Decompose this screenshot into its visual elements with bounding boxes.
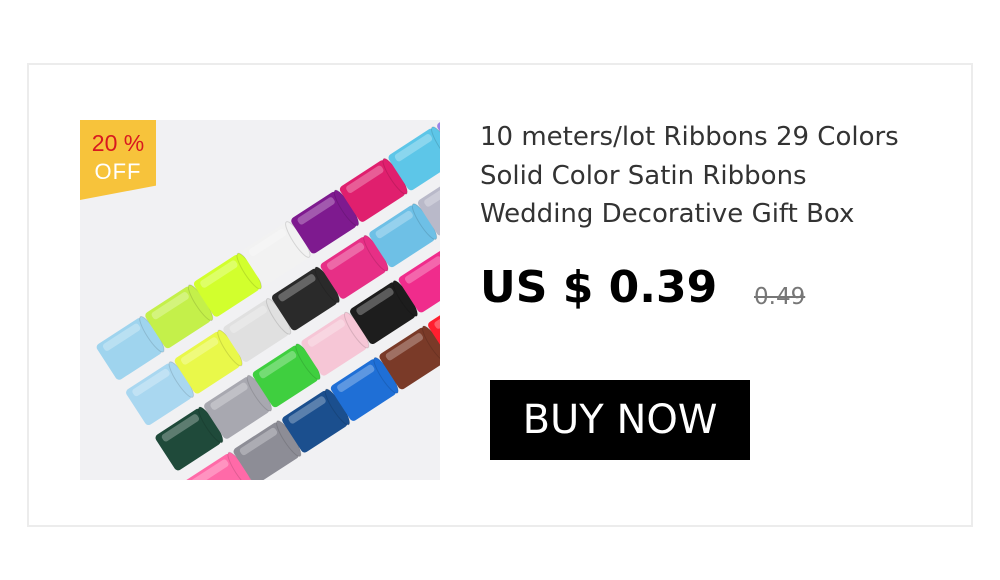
discount-percent: 20 % [91, 130, 145, 156]
product-title-line: Wedding Decorative Gift Box [480, 199, 855, 229]
buy-now-button[interactable]: BUY NOW [490, 380, 750, 460]
product-title-line: Solid Color Satin Ribbons [480, 160, 807, 191]
original-price: 0.49 [754, 284, 806, 310]
current-price: US $ 0.39 [480, 262, 718, 313]
product-title[interactable]: 10 meters/lot Ribbons 29 Colors Solid Co… [480, 118, 950, 234]
product-title-line: 10 meters/lot Ribbons 29 Colors [480, 122, 899, 152]
discount-off-label: OFF [94, 159, 142, 184]
